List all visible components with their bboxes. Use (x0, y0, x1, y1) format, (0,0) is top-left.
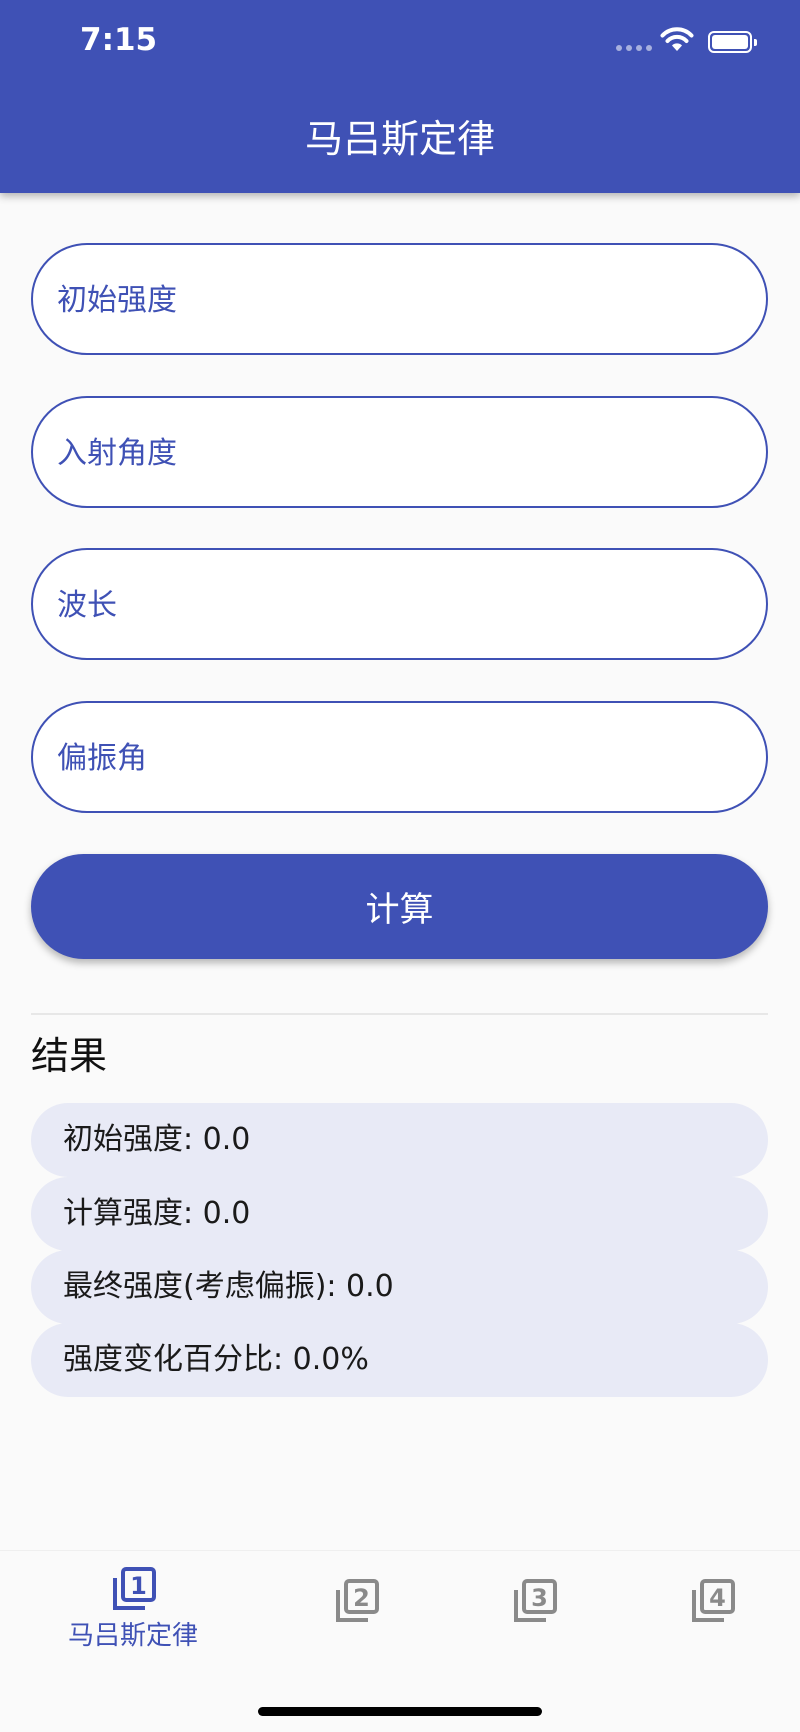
cellular-signal-icon (616, 45, 652, 51)
polarization-angle-input[interactable] (55, 703, 744, 813)
status-time: 7:15 (80, 22, 158, 58)
svg-text:4: 4 (709, 1584, 726, 1612)
page-title: 马吕斯定律 (304, 117, 495, 161)
calculate-button[interactable]: 计算 (31, 854, 768, 959)
result-initial-intensity: 初始强度: 0.0 (31, 1103, 768, 1177)
nav-label-malus-law: 马吕斯定律 (67, 1621, 198, 1651)
results-title: 结果 (31, 1034, 108, 1078)
filter-1-icon: 1 (113, 1567, 156, 1610)
home-indicator (258, 1707, 542, 1716)
polarization-angle-field[interactable] (31, 701, 768, 813)
incident-angle-input[interactable] (55, 398, 744, 508)
battery-icon (708, 31, 757, 53)
bottom-navigation: 1 马吕斯定律 2 3 4 (0, 1550, 800, 1732)
nav-item-3[interactable]: 3 (434, 1551, 634, 1681)
nav-item-malus-law[interactable]: 1 马吕斯定律 (33, 1551, 233, 1681)
filter-4-icon: 4 (692, 1579, 735, 1622)
nav-item-4[interactable]: 4 (612, 1551, 800, 1681)
svg-text:3: 3 (531, 1584, 548, 1612)
filter-3-icon: 3 (514, 1579, 557, 1622)
wifi-icon (660, 27, 694, 51)
result-final-intensity: 最终强度(考虑偏振): 0.0 (31, 1250, 768, 1324)
initial-intensity-field[interactable] (31, 243, 768, 355)
initial-intensity-input[interactable] (55, 245, 744, 355)
incident-angle-field[interactable] (31, 396, 768, 508)
svg-text:1: 1 (130, 1572, 147, 1600)
nav-item-2[interactable]: 2 (256, 1551, 456, 1681)
wavelength-field[interactable] (31, 548, 768, 660)
wavelength-input[interactable] (55, 550, 744, 660)
divider (31, 1013, 768, 1015)
app-bar: 7:15 马吕斯定律 (0, 0, 800, 193)
result-calculated-intensity: 计算强度: 0.0 (31, 1177, 768, 1251)
filter-2-icon: 2 (336, 1579, 379, 1622)
result-intensity-change-percent: 强度变化百分比: 0.0% (31, 1323, 768, 1397)
svg-text:2: 2 (353, 1584, 370, 1612)
